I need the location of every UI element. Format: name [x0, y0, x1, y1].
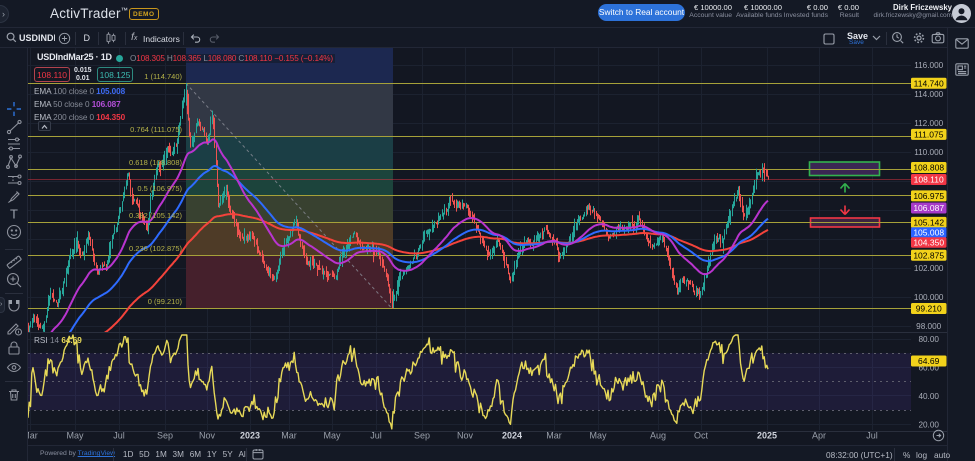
svg-text:Mar: Mar — [546, 431, 562, 441]
svg-text:Nov: Nov — [199, 431, 216, 441]
svg-text:114.740: 114.740 — [914, 78, 944, 88]
svg-text:Aug: Aug — [650, 431, 666, 441]
svg-text:Oct: Oct — [694, 431, 709, 441]
svg-text:May: May — [589, 431, 607, 441]
svg-text:80.00: 80.00 — [918, 335, 939, 344]
svg-text:Mar: Mar — [281, 431, 297, 441]
svg-text:Mar: Mar — [28, 431, 38, 441]
svg-text:104.350: 104.350 — [913, 238, 944, 248]
svg-text:Sep: Sep — [414, 431, 430, 441]
svg-text:112.000: 112.000 — [914, 119, 943, 128]
svg-text:64.69: 64.69 — [918, 356, 940, 366]
svg-text:Jul: Jul — [370, 431, 382, 441]
svg-text:102.000: 102.000 — [914, 264, 944, 273]
svg-text:Sep: Sep — [157, 431, 173, 441]
svg-text:116.000: 116.000 — [914, 61, 943, 70]
svg-text:Apr: Apr — [812, 431, 826, 441]
svg-text:110.000: 110.000 — [914, 148, 943, 157]
svg-text:Nov: Nov — [457, 431, 474, 441]
svg-text:102.875: 102.875 — [913, 250, 944, 260]
svg-text:May: May — [323, 431, 341, 441]
svg-text:106.087: 106.087 — [913, 203, 944, 213]
svg-text:T: T — [10, 207, 18, 222]
svg-text:2023: 2023 — [240, 431, 260, 441]
svg-text:May: May — [66, 431, 84, 441]
svg-text:99.210: 99.210 — [916, 304, 942, 314]
svg-text:108.808: 108.808 — [913, 163, 944, 173]
svg-text:Jul: Jul — [113, 431, 125, 441]
svg-text:105.142: 105.142 — [913, 217, 944, 227]
svg-text:111.075: 111.075 — [914, 129, 944, 139]
svg-text:108.110: 108.110 — [914, 175, 944, 185]
svg-text:105.008: 105.008 — [913, 228, 944, 238]
svg-text:40.00: 40.00 — [918, 392, 939, 401]
svg-text:114.000: 114.000 — [914, 90, 943, 99]
svg-text:2024: 2024 — [502, 431, 522, 441]
svg-text:106.975: 106.975 — [913, 191, 944, 201]
svg-text:2025: 2025 — [757, 431, 777, 441]
svg-text:20.00: 20.00 — [918, 420, 939, 429]
svg-text:Jul: Jul — [866, 431, 878, 441]
svg-text:100.000: 100.000 — [914, 293, 944, 302]
svg-text:98.000: 98.000 — [916, 322, 941, 331]
